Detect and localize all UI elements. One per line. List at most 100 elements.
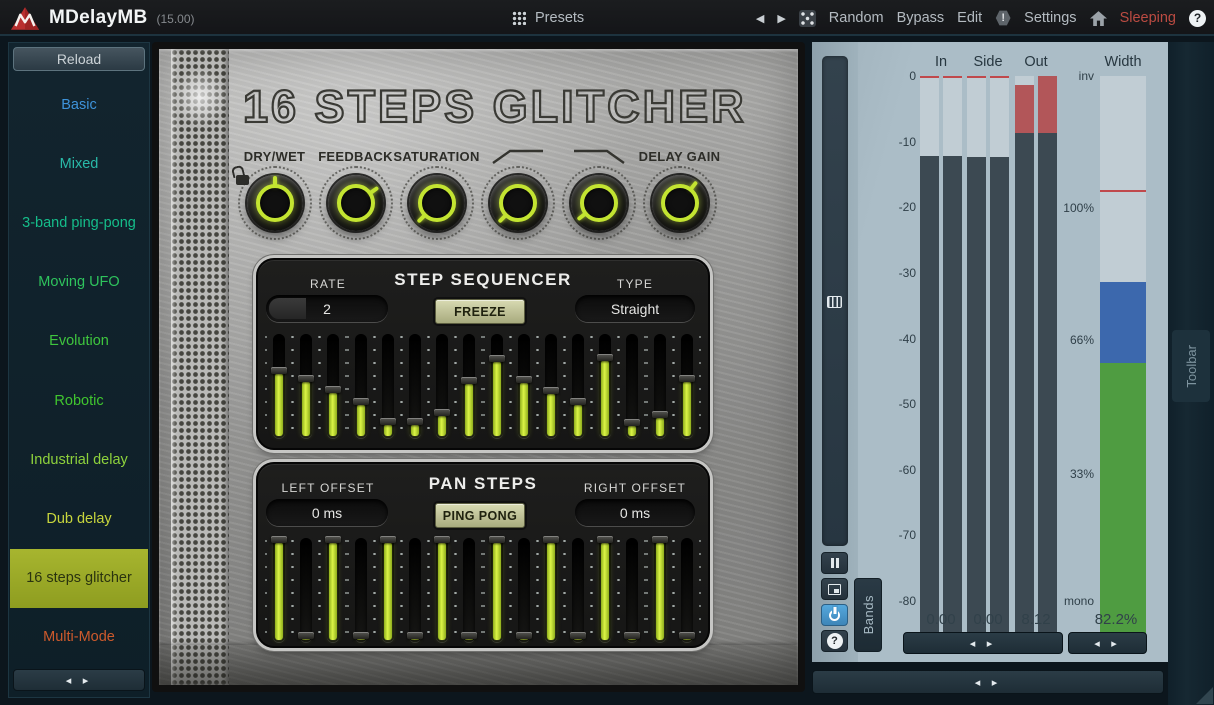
meter-readout: 8.12	[1001, 611, 1071, 628]
width-tick-label: inv	[1022, 69, 1094, 83]
preset-item-16-steps-glitcher[interactable]: 16 steps glitcher	[10, 549, 148, 608]
bottom-scrollbar[interactable]: ◂ ▸	[812, 670, 1164, 694]
knob-aux-3[interactable]	[490, 175, 546, 231]
meter-peak-line	[943, 76, 962, 78]
step-slider-5[interactable]	[382, 334, 394, 438]
width-tick-label: 33%	[1022, 467, 1094, 481]
db-tick-label: -80	[874, 594, 916, 608]
window-resize-grip[interactable]	[1196, 687, 1213, 704]
presets-button[interactable]: Presets	[535, 10, 584, 26]
warning-icon[interactable]: !	[995, 10, 1011, 26]
step-sequencer-box: STEP SEQUENCER RATE 2 FREEZE TYPE Straig…	[256, 258, 710, 450]
meter-panel: ? Bands 0-10-20-30-40-50-60-70-80InSideO…	[812, 42, 1168, 662]
preset-item-evolution[interactable]: Evolution	[10, 312, 148, 371]
preset-item-industrial-delay[interactable]: Industrial delay	[10, 430, 148, 489]
step-slider-14[interactable]	[626, 334, 638, 438]
pan-slider-4[interactable]	[355, 538, 367, 642]
knob-delay-gain[interactable]	[652, 175, 708, 231]
preset-item-dub-delay[interactable]: Dub delay	[10, 489, 148, 548]
bypass-button[interactable]: Bypass	[897, 10, 945, 26]
meter-scrollbar-width[interactable]: ◂ ▸	[1068, 632, 1147, 654]
meter-scrollbar-main[interactable]: ◂ ▸	[903, 632, 1063, 654]
knob-aux-4[interactable]	[571, 175, 627, 231]
knob-pointer	[273, 176, 277, 187]
width-tick-label: 100%	[1022, 201, 1094, 215]
step-slider-2[interactable]	[300, 334, 312, 438]
meter-red-zone	[1015, 85, 1034, 134]
step-slider-12[interactable]	[572, 334, 584, 438]
preset-item-basic[interactable]: Basic	[10, 75, 148, 134]
melda-logo-icon	[10, 6, 40, 31]
step-slider-10[interactable]	[518, 334, 530, 438]
preset-item-mixed[interactable]: Mixed	[10, 134, 148, 193]
pan-slider-5[interactable]	[382, 538, 394, 642]
pan-slider-15[interactable]	[654, 538, 666, 642]
left-offset-label: LEFT OFFSET	[273, 481, 383, 495]
pan-slider-6[interactable]	[409, 538, 421, 642]
dice-icon[interactable]	[799, 10, 816, 27]
meter-bar	[1038, 76, 1057, 635]
sleeping-status[interactable]: Sleeping	[1120, 10, 1176, 26]
pan-slider-7[interactable]	[436, 538, 448, 642]
step-slider-1[interactable]	[273, 334, 285, 438]
step-slider-8[interactable]	[463, 334, 475, 438]
pan-slider-12[interactable]	[572, 538, 584, 642]
knob-dry-wet[interactable]	[247, 175, 303, 231]
step-slider-16[interactable]	[681, 334, 693, 438]
step-slider-6[interactable]	[409, 334, 421, 438]
help-icon[interactable]: ?	[1189, 10, 1206, 27]
knob-label: SATURATION	[393, 147, 479, 165]
width-segment	[1100, 282, 1146, 362]
preset-item-multi-mode[interactable]: Multi-Mode	[10, 608, 148, 667]
knob-pointer	[416, 213, 427, 224]
pan-slider-14[interactable]	[626, 538, 638, 642]
knob-saturation[interactable]	[409, 175, 465, 231]
plugin-window: MDelayMB (15.00) Presets ◀ ▶ Random Bypa…	[0, 0, 1214, 705]
prev-preset-button[interactable]: ◀	[756, 12, 764, 25]
pan-slider-1[interactable]	[273, 538, 285, 642]
pan-slider-3[interactable]	[327, 538, 339, 642]
right-offset-value[interactable]: 0 ms	[575, 499, 695, 526]
step-slider-15[interactable]	[654, 334, 666, 438]
knob-pointer	[497, 213, 508, 224]
pan-slider-9[interactable]	[491, 538, 503, 642]
sidebar-pager-button[interactable]: ◂ ▸	[13, 669, 145, 691]
pan-slider-11[interactable]	[545, 538, 557, 642]
pan-sliders	[264, 534, 702, 650]
pan-slider-10[interactable]	[518, 538, 530, 642]
width-peak-line	[1100, 190, 1146, 192]
step-slider-7[interactable]	[436, 334, 448, 438]
left-offset-value[interactable]: 0 ms	[266, 499, 388, 526]
db-tick-label: -30	[874, 266, 916, 280]
ping-pong-button[interactable]: PING PONG	[435, 503, 525, 528]
preset-list: BasicMixed3-band ping-pongMoving UFOEvol…	[10, 75, 148, 667]
toolbar-tab[interactable]: Toolbar	[1172, 330, 1210, 402]
step-slider-4[interactable]	[355, 334, 367, 438]
home-icon[interactable]	[1090, 11, 1107, 26]
step-slider-9[interactable]	[491, 334, 503, 438]
knob-feedback[interactable]	[328, 175, 384, 231]
edit-button[interactable]: Edit	[957, 10, 982, 26]
pan-slider-8[interactable]	[463, 538, 475, 642]
step-sliders	[264, 330, 702, 446]
rate-value[interactable]: 2	[266, 295, 388, 322]
preset-item-robotic[interactable]: Robotic	[10, 371, 148, 430]
step-slider-11[interactable]	[545, 334, 557, 438]
preset-item-moving-ufo[interactable]: Moving UFO	[10, 253, 148, 312]
pan-slider-2[interactable]	[300, 538, 312, 642]
type-select[interactable]: Straight	[575, 295, 695, 322]
freeze-button[interactable]: FREEZE	[435, 299, 525, 324]
db-tick-label: -10	[874, 135, 916, 149]
meter-bar	[920, 76, 939, 635]
pan-slider-13[interactable]	[599, 538, 611, 642]
connector-line	[571, 147, 627, 165]
random-button[interactable]: Random	[829, 10, 884, 26]
pan-slider-16[interactable]	[681, 538, 693, 642]
next-preset-button[interactable]: ▶	[777, 12, 785, 25]
step-slider-13[interactable]	[599, 334, 611, 438]
preset-item-3-band-ping-pong[interactable]: 3-band ping-pong	[10, 193, 148, 252]
reload-button[interactable]: Reload	[13, 47, 145, 71]
settings-button[interactable]: Settings	[1024, 10, 1076, 26]
right-offset-label: RIGHT OFFSET	[580, 481, 690, 495]
step-slider-3[interactable]	[327, 334, 339, 438]
